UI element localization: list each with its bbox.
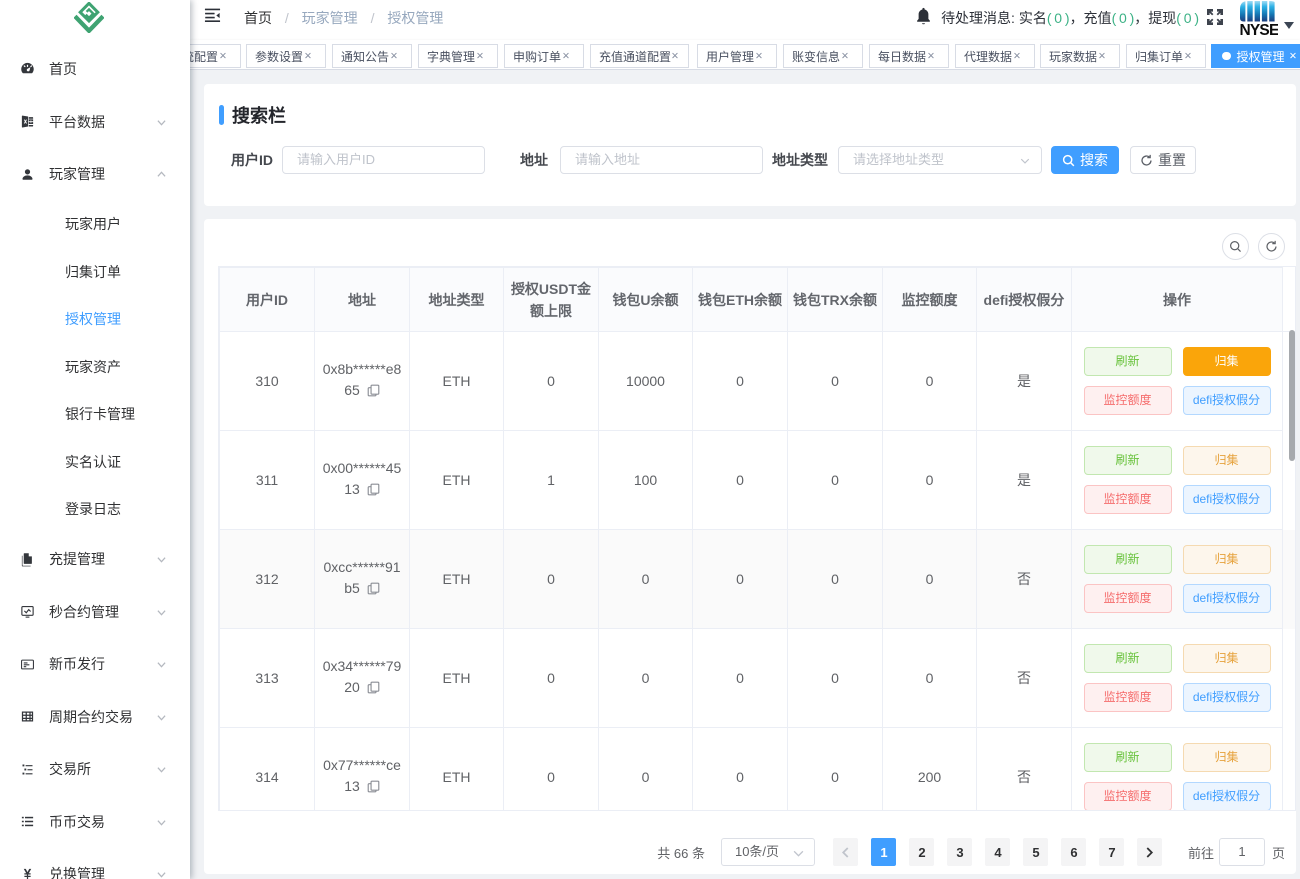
svg-text:NYSE: NYSE <box>1240 22 1278 37</box>
